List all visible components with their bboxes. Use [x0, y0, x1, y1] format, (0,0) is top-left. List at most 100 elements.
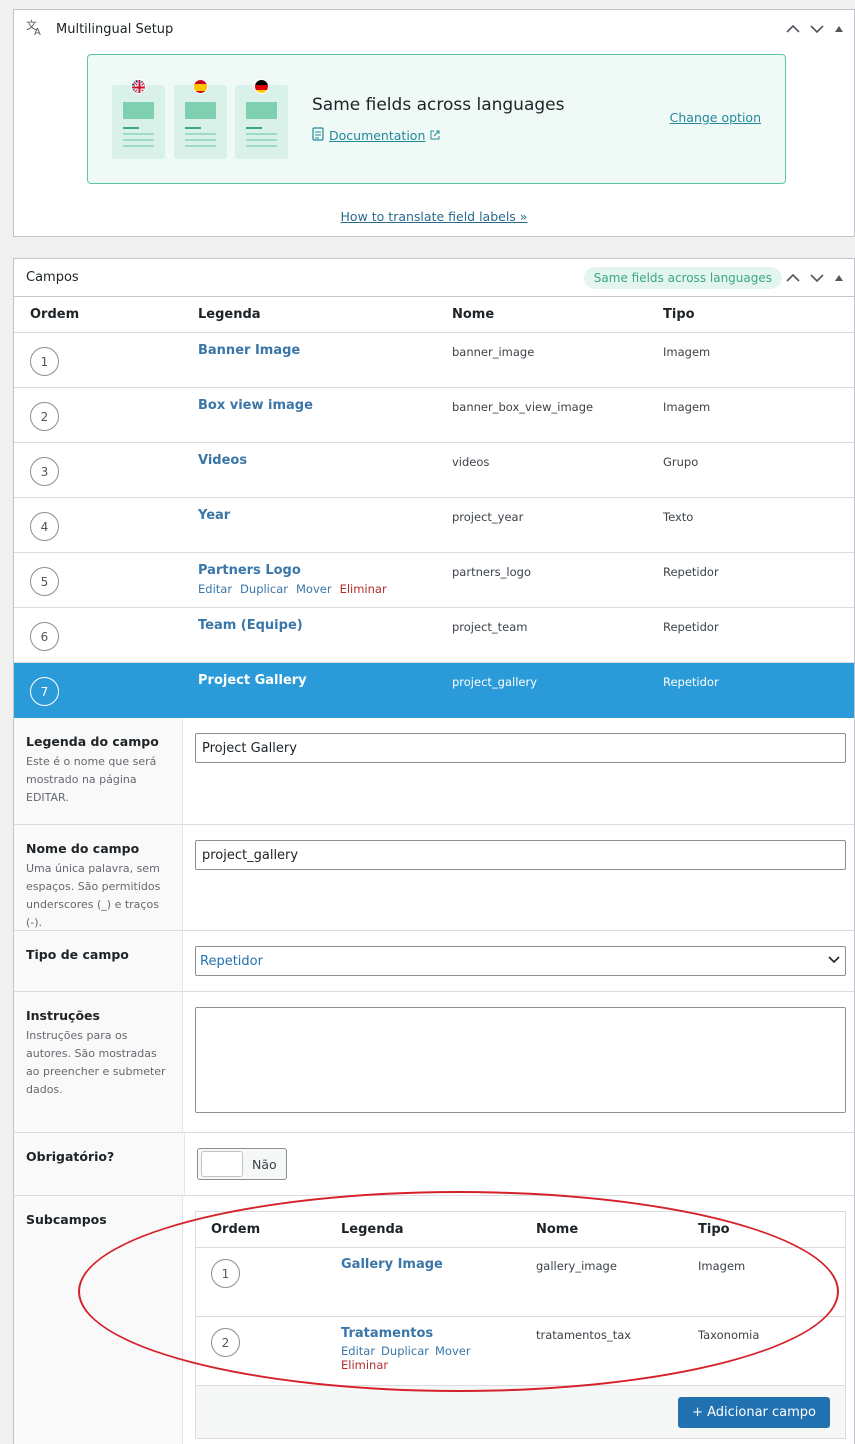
- svg-text:A: A: [34, 27, 41, 36]
- campos-panel: Campos Same fields across languages Orde…: [13, 258, 855, 1444]
- field-type: Repetidor: [663, 675, 719, 689]
- subfield-label-link[interactable]: Tratamentos: [341, 1326, 536, 1341]
- field-label-link[interactable]: Box view image: [198, 398, 452, 413]
- field-label-link[interactable]: Videos: [198, 453, 452, 468]
- field-label-link[interactable]: Project Gallery: [198, 673, 452, 688]
- field-row-team[interactable]: 6 Team (Equipe) project_team Repetidor: [14, 608, 854, 663]
- order-badge[interactable]: 6: [30, 622, 59, 651]
- chevron-down-icon[interactable]: [810, 24, 824, 34]
- setting-subfields: Subcampos Ordem Legenda Nome Tipo 1 Gall…: [14, 1196, 854, 1444]
- multilingual-header: 文A Multilingual Setup: [14, 10, 854, 48]
- toggle-panel-icon[interactable]: [834, 274, 844, 282]
- setting-label: Legenda do campo Este é o nome que será …: [14, 718, 854, 825]
- field-name: project_gallery: [452, 675, 538, 689]
- translate-icon: 文A: [26, 18, 44, 40]
- campos-title: Campos: [26, 270, 79, 285]
- field-settings: Legenda do campo Este é o nome que será …: [14, 718, 854, 1444]
- order-badge[interactable]: 2: [211, 1328, 240, 1357]
- order-badge[interactable]: 2: [30, 402, 59, 431]
- required-toggle[interactable]: Não: [197, 1148, 287, 1180]
- german-doc-illustration: [235, 79, 288, 159]
- subfield-row-gallery-image[interactable]: 1 Gallery Image gallery_image Imagem: [196, 1248, 845, 1317]
- germany-flag-icon: [254, 79, 269, 94]
- field-row-videos[interactable]: 3 Videos videos Grupo: [14, 443, 854, 498]
- campos-header: Campos Same fields across languages: [14, 259, 854, 297]
- field-label-link[interactable]: Banner Image: [198, 343, 452, 358]
- row-actions: Editar Duplicar Mover: [341, 1344, 536, 1358]
- duplicate-link[interactable]: Duplicar: [240, 582, 288, 596]
- row-actions: Editar Duplicar Mover Eliminar: [198, 582, 452, 596]
- field-row-banner-image[interactable]: 1 Banner Image banner_image Imagem: [14, 333, 854, 388]
- order-badge[interactable]: 1: [211, 1259, 240, 1288]
- spanish-doc-illustration: [174, 79, 227, 159]
- field-label-link[interactable]: Team (Equipe): [198, 618, 452, 633]
- setting-instructions: Instruções Instruções para os autores. S…: [14, 992, 854, 1133]
- field-name: banner_box_view_image: [452, 400, 594, 414]
- fields-table-header: Ordem Legenda Nome Tipo: [14, 297, 854, 333]
- field-label-input[interactable]: Project Gallery: [195, 733, 846, 763]
- field-type: Imagem: [663, 400, 711, 414]
- field-type-select[interactable]: Repetidor: [195, 946, 846, 976]
- duplicate-link[interactable]: Duplicar: [381, 1344, 429, 1358]
- subfield-name: gallery_image: [536, 1259, 617, 1273]
- subfield-name: tratamentos_tax: [536, 1328, 632, 1342]
- field-name: project_year: [452, 510, 524, 524]
- field-type: Repetidor: [663, 565, 719, 579]
- toggle-panel-icon[interactable]: [834, 25, 844, 33]
- order-badge[interactable]: 5: [30, 567, 59, 596]
- field-name: videos: [452, 455, 490, 469]
- change-option-link[interactable]: Change option: [670, 110, 761, 125]
- order-badge[interactable]: 3: [30, 457, 59, 486]
- edit-link[interactable]: Editar: [341, 1344, 375, 1358]
- multilingual-badge: Same fields across languages: [583, 266, 782, 289]
- field-row-box-view-image[interactable]: 2 Box view image banner_box_view_image I…: [14, 388, 854, 443]
- chevron-up-icon[interactable]: [786, 273, 800, 283]
- subfield-type: Taxonomia: [698, 1328, 760, 1342]
- field-name: banner_image: [452, 345, 535, 359]
- uk-flag-icon: [131, 79, 146, 94]
- move-link[interactable]: Mover: [435, 1344, 471, 1358]
- instructions-textarea[interactable]: [195, 1007, 846, 1113]
- chevron-down-icon: [827, 954, 841, 969]
- order-badge[interactable]: 1: [30, 347, 59, 376]
- multilingual-setup-panel: 文A Multilingual Setup Same fields across…: [13, 9, 855, 237]
- subfield-label-link[interactable]: Gallery Image: [341, 1257, 536, 1272]
- edit-link[interactable]: Editar: [198, 582, 232, 596]
- english-doc-illustration: [112, 79, 165, 159]
- field-type: Imagem: [663, 345, 711, 359]
- delete-link[interactable]: Eliminar: [340, 582, 387, 596]
- how-to-translate-link[interactable]: How to translate field labels »: [14, 209, 854, 224]
- field-name: project_team: [452, 620, 528, 634]
- chevron-up-icon[interactable]: [786, 24, 800, 34]
- move-link[interactable]: Mover: [296, 582, 332, 596]
- field-label-link[interactable]: Year: [198, 508, 452, 523]
- field-type: Grupo: [663, 455, 699, 469]
- order-badge[interactable]: 4: [30, 512, 59, 541]
- subfields-footer: + Adicionar campo: [196, 1386, 845, 1438]
- field-row-year[interactable]: 4 Year project_year Texto: [14, 498, 854, 553]
- subfield-type: Imagem: [698, 1259, 746, 1273]
- subfield-row-tratamentos[interactable]: 2 Tratamentos Editar Duplicar Mover Elim…: [196, 1317, 845, 1386]
- order-badge[interactable]: 7: [30, 677, 59, 706]
- field-name: partners_logo: [452, 565, 531, 579]
- multilingual-option-card: Same fields across languages Documentati…: [87, 54, 786, 184]
- field-row-partners-logo[interactable]: 5 Partners Logo Editar Duplicar Mover El…: [14, 553, 854, 608]
- chevron-down-icon[interactable]: [810, 273, 824, 283]
- field-row-project-gallery[interactable]: 7 Project Gallery project_gallery Repeti…: [14, 663, 854, 718]
- field-name-input[interactable]: project_gallery: [195, 840, 846, 870]
- multilingual-title: 文A Multilingual Setup: [26, 18, 786, 40]
- subfields-header: Ordem Legenda Nome Tipo: [196, 1212, 845, 1248]
- subfields-table: Ordem Legenda Nome Tipo 1 Gallery Image …: [195, 1211, 846, 1439]
- document-icon: [312, 127, 324, 144]
- multilingual-card-title: Same fields across languages: [312, 95, 565, 115]
- setting-name: Nome do campo Uma única palavra, sem esp…: [14, 825, 854, 931]
- field-label-link[interactable]: Partners Logo: [198, 563, 452, 578]
- setting-required: Obrigatório? Não: [14, 1133, 854, 1196]
- field-type: Texto: [663, 510, 694, 524]
- add-field-button[interactable]: + Adicionar campo: [678, 1396, 830, 1428]
- field-type: Repetidor: [663, 620, 719, 634]
- documentation-link[interactable]: Documentation: [312, 127, 440, 144]
- spain-flag-icon: [193, 79, 208, 94]
- setting-type: Tipo de campo Repetidor: [14, 931, 854, 992]
- delete-link[interactable]: Eliminar: [341, 1358, 388, 1372]
